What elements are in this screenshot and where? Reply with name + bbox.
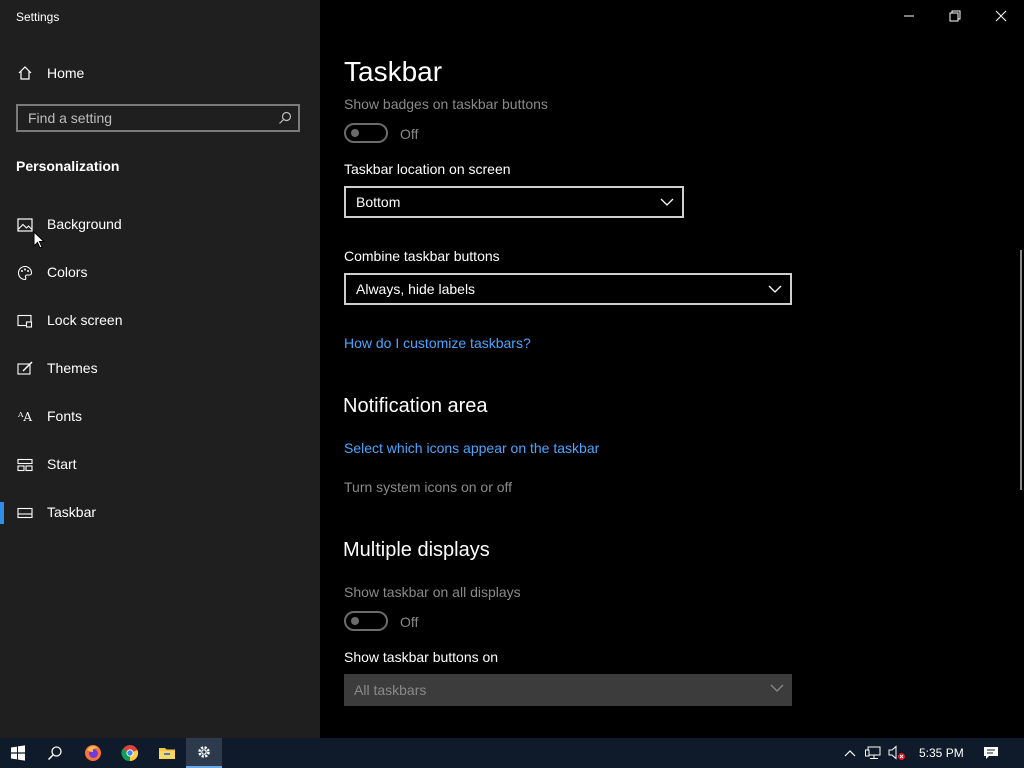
chrome-button[interactable] (112, 738, 148, 768)
buttons-on-label: Show taskbar buttons on (344, 649, 499, 665)
sidebar-item-label: Fonts (47, 408, 83, 424)
sidebar-item-label: Background (47, 216, 122, 232)
sidebar-item-lock-screen[interactable]: Lock screen (0, 304, 320, 338)
volume-muted-icon (888, 745, 905, 760)
notification-icon (984, 747, 998, 759)
show-all-displays-toggle[interactable] (344, 611, 388, 631)
taskbar-clock[interactable]: 5:35 PM (919, 746, 964, 760)
search-box[interactable] (16, 104, 300, 132)
combine-label: Combine taskbar buttons (344, 248, 500, 264)
sidebar-item-label: Themes (47, 360, 98, 376)
action-center-button[interactable] (982, 744, 1000, 762)
taskbar-search-button[interactable] (37, 738, 73, 768)
search-icon (47, 746, 62, 761)
sidebar-item-label: Start (47, 456, 77, 472)
badges-toggle[interactable] (344, 123, 388, 143)
chrome-icon (121, 745, 139, 762)
page-title: Taskbar (344, 56, 443, 87)
taskbar: 5:35 PM (0, 738, 1024, 768)
sidebar-item-taskbar[interactable]: Taskbar (0, 496, 320, 530)
minimize-icon (904, 15, 914, 17)
chevron-down-icon (768, 285, 782, 293)
network-icon (865, 746, 881, 759)
buttons-on-dropdown[interactable]: All taskbars (344, 674, 792, 706)
chevron-down-icon (660, 198, 674, 206)
windows-logo-icon (11, 745, 25, 761)
home-icon (16, 64, 34, 82)
settings-taskbar-button[interactable] (186, 738, 222, 768)
badges-toggle-state: Off (400, 126, 419, 142)
location-dropdown-value: Bottom (356, 194, 401, 210)
folder-icon (159, 748, 175, 759)
sidebar-item-label: Lock screen (47, 312, 123, 328)
file-explorer-button[interactable] (149, 738, 185, 768)
sidebar-item-label: Colors (47, 264, 88, 280)
sidebar-item-label: Home (47, 65, 85, 81)
multiple-displays-heading: Multiple displays (343, 539, 490, 561)
customize-taskbars-link[interactable]: How do I customize taskbars? (344, 335, 531, 351)
start-icon (16, 456, 34, 474)
search-input[interactable] (18, 106, 268, 130)
image-icon (16, 216, 34, 234)
minimize-button[interactable] (886, 0, 932, 32)
font-icon: ᴬA (16, 408, 34, 426)
font-icon-glyph: ᴬA (17, 410, 33, 424)
show-all-displays-label: Show taskbar on all displays (344, 584, 521, 600)
system-icons-link[interactable]: Turn system icons on or off (344, 479, 512, 495)
mouse-cursor-icon (33, 231, 45, 249)
location-dropdown[interactable]: Bottom (344, 186, 684, 218)
chevron-down-icon (770, 684, 784, 692)
scrollbar-thumb[interactable] (1020, 250, 1022, 490)
lock-screen-icon (16, 312, 34, 330)
close-button[interactable] (978, 0, 1024, 32)
show-all-displays-state: Off (400, 614, 419, 630)
section-title: Personalization (16, 158, 120, 174)
combine-dropdown-value: Always, hide labels (356, 281, 476, 297)
search-icon[interactable] (278, 111, 292, 125)
taskbar-icon (16, 504, 34, 522)
notification-area-heading: Notification area (343, 395, 488, 417)
app-title: Settings (16, 10, 60, 24)
toggle-knob (351, 617, 359, 625)
sidebar: Settings Home Personalization Background… (0, 0, 320, 738)
select-icons-link[interactable]: Select which icons appear on the taskbar (344, 440, 599, 456)
sidebar-item-themes[interactable]: Themes (0, 352, 320, 386)
network-button[interactable] (864, 744, 882, 762)
firefox-icon (85, 745, 101, 761)
chevron-up-icon (844, 750, 856, 757)
palette-icon (16, 264, 34, 282)
restore-button[interactable] (932, 0, 978, 32)
sidebar-item-home[interactable]: Home (0, 58, 320, 88)
restore-icon (949, 10, 961, 22)
sidebar-item-label: Taskbar (47, 504, 97, 520)
start-button[interactable] (0, 738, 36, 768)
window-controls (886, 0, 1024, 32)
active-indicator (0, 502, 4, 524)
sidebar-item-background[interactable]: Background (0, 208, 320, 242)
firefox-button[interactable] (75, 738, 111, 768)
volume-button[interactable] (888, 744, 906, 762)
badges-label: Show badges on taskbar buttons (344, 96, 548, 112)
brush-icon (16, 360, 34, 378)
show-hidden-icons-button[interactable] (841, 744, 859, 762)
combine-dropdown[interactable]: Always, hide labels (344, 273, 792, 305)
main-content: Taskbar Show badges on taskbar buttons O… (320, 0, 1024, 738)
location-label: Taskbar location on screen (344, 161, 511, 177)
toggle-knob (351, 129, 359, 137)
sidebar-item-colors[interactable]: Colors (0, 256, 320, 290)
close-icon (995, 10, 1007, 22)
sidebar-item-fonts[interactable]: ᴬA Fonts (0, 400, 320, 434)
gear-icon (198, 746, 210, 758)
buttons-on-dropdown-value: All taskbars (354, 682, 427, 698)
sidebar-item-start[interactable]: Start (0, 448, 320, 482)
